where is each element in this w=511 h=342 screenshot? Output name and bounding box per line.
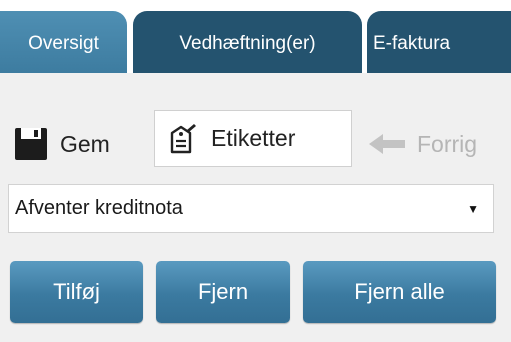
- tag-edit-icon: [167, 123, 197, 155]
- previous-button[interactable]: Forrig: [367, 127, 477, 161]
- chevron-down-icon: ▼: [467, 202, 479, 216]
- tab-attachments[interactable]: Vedhæftning(er): [133, 11, 362, 73]
- tab-bar: Oversigt Vedhæftning(er) E-faktura: [0, 0, 511, 73]
- tab-label: Oversigt: [28, 33, 99, 54]
- tab-label: Vedhæftning(er): [179, 33, 316, 54]
- tab-e-invoice[interactable]: E-faktura: [367, 11, 511, 73]
- save-button[interactable]: Gem: [14, 127, 110, 161]
- remove-all-button[interactable]: Fjern alle: [303, 261, 496, 323]
- invoice-detail-panel: Oversigt Vedhæftning(er) E-faktura Gem E…: [0, 0, 511, 342]
- add-button[interactable]: Tilføj: [10, 261, 143, 323]
- arrow-left-icon: [367, 132, 407, 156]
- toolbar: Gem Etiketter Forrig: [0, 110, 511, 170]
- previous-label: Forrig: [417, 130, 478, 157]
- status-select-value: Afventer kreditnota: [15, 197, 183, 219]
- status-select[interactable]: Afventer kreditnota ▼: [8, 184, 494, 233]
- tab-oversigt[interactable]: Oversigt: [0, 11, 127, 73]
- save-label: Gem: [60, 130, 110, 157]
- tags-label: Etiketter: [211, 125, 296, 151]
- tags-button[interactable]: Etiketter: [154, 110, 352, 167]
- floppy-disk-icon: [14, 127, 48, 161]
- tab-label: E-faktura: [373, 33, 451, 54]
- remove-button[interactable]: Fjern: [156, 261, 290, 323]
